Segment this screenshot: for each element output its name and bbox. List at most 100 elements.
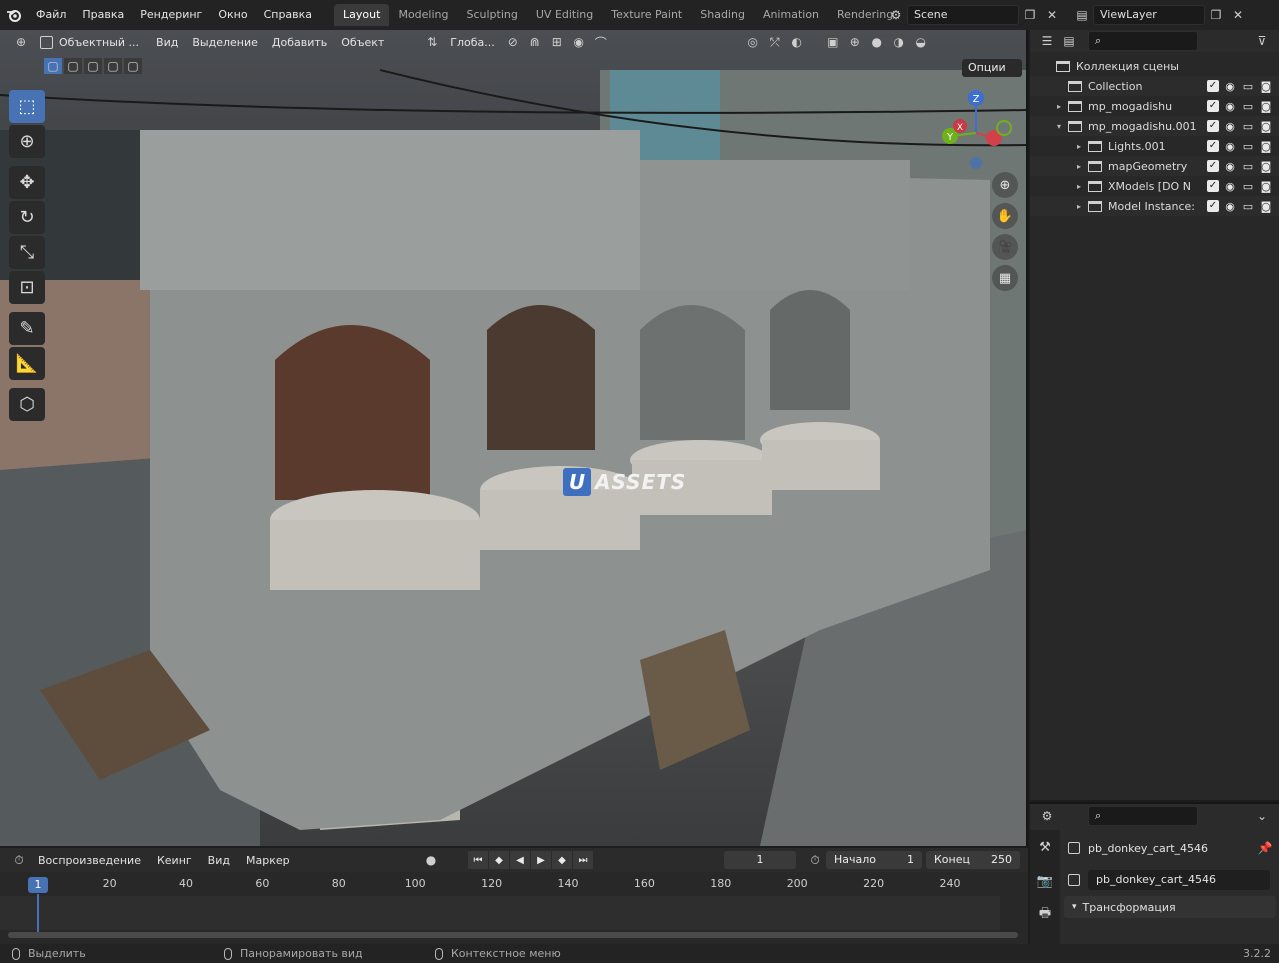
eye-icon[interactable]: ◉ (1223, 180, 1237, 193)
select-intersect-icon[interactable]: ▢ (124, 58, 142, 74)
delete-view-layer-icon[interactable]: ✕ (1227, 5, 1249, 25)
eye-icon[interactable]: ◉ (1223, 200, 1237, 213)
transform-tool-icon[interactable]: ⊡ (9, 271, 45, 304)
menu-file[interactable]: Файл (28, 0, 74, 30)
outliner-row[interactable]: ▸ mp_mogadishu ✓ ◉ ▭ ◙ (1030, 96, 1279, 116)
timeline-track[interactable] (0, 896, 1000, 930)
menu-keying[interactable]: Кеинг (149, 854, 200, 867)
end-frame-field[interactable]: Конец 250 (926, 851, 1020, 869)
blender-logo-icon[interactable] (0, 8, 28, 22)
scene-icon[interactable]: ⚙ (885, 5, 907, 25)
next-keyframe-icon[interactable]: ◆ (552, 851, 572, 869)
expand-arrow-icon[interactable]: ▸ (1074, 142, 1084, 151)
stopwatch-icon[interactable]: ⏱ (804, 850, 826, 870)
monitor-icon[interactable]: ▭ (1241, 160, 1255, 173)
outliner-row[interactable]: ▾ mp_mogadishu.001 ✓ ◉ ▭ ◙ (1030, 116, 1279, 136)
shading-rendered-icon[interactable]: ◒ (910, 32, 932, 52)
tab-layout[interactable]: Layout (334, 4, 390, 26)
perspective-grid-icon[interactable]: ▦ (992, 265, 1018, 291)
shading-wire-icon[interactable]: ⊕ (844, 32, 866, 52)
measure-tool-icon[interactable]: 📐 (9, 347, 45, 380)
object-name-field[interactable]: pb_donkey_cart_4546 (1088, 870, 1270, 890)
outliner-row[interactable]: Collection ✓ ◉ ▭ ◙ (1030, 76, 1279, 96)
timeline-editor-icon[interactable]: ⏱ (8, 850, 30, 870)
proportional-edit-icon[interactable]: ◉ (568, 32, 590, 52)
menu-timeline-view[interactable]: Вид (200, 854, 238, 867)
tab-modeling[interactable]: Modeling (389, 4, 457, 26)
camera-view-icon[interactable]: 🎥 (992, 234, 1018, 260)
select-subtract-icon[interactable]: ▢ (84, 58, 102, 74)
eye-icon[interactable]: ◉ (1223, 80, 1237, 93)
exclude-checkbox-icon[interactable]: ✓ (1207, 79, 1219, 92)
tool-tab-icon[interactable]: ⚒ (1030, 830, 1060, 864)
expand-arrow-icon[interactable]: ▸ (1074, 182, 1084, 191)
camera-icon[interactable]: ◙ (1259, 80, 1273, 93)
record-icon[interactable]: ● (420, 850, 442, 870)
menu-render[interactable]: Рендеринг (132, 0, 210, 30)
tab-animation[interactable]: Animation (754, 4, 828, 26)
menu-select[interactable]: Выделение (185, 36, 265, 49)
monitor-icon[interactable]: ▭ (1241, 140, 1255, 153)
outliner-search[interactable]: ⌕ (1088, 31, 1198, 51)
monitor-icon[interactable]: ▭ (1241, 200, 1255, 213)
transform-panel-header[interactable]: ▾ Трансформация (1064, 896, 1276, 918)
pan-hand-icon[interactable]: ✋ (992, 203, 1018, 229)
camera-icon[interactable]: ◙ (1259, 200, 1273, 213)
monitor-icon[interactable]: ▭ (1241, 80, 1255, 93)
exclude-checkbox-icon[interactable]: ✓ (1207, 99, 1219, 112)
falloff-icon[interactable]: ⌒ (590, 32, 612, 52)
orientation-icon[interactable]: ⇅ (421, 32, 443, 52)
cursor-tool-icon[interactable]: ⊕ (9, 125, 45, 158)
gizmo-toggle-icon[interactable]: ⤱ (764, 32, 786, 52)
outliner-row[interactable]: ▸ XModels [DO N ✓ ◉ ▭ ◙ (1030, 176, 1279, 196)
view-layer-field[interactable]: ViewLayer (1093, 5, 1205, 25)
monitor-icon[interactable]: ▭ (1241, 100, 1255, 113)
object-data-icon[interactable] (1068, 874, 1080, 886)
snap-icon[interactable]: ⋒ (524, 32, 546, 52)
shading-material-icon[interactable]: ◑ (888, 32, 910, 52)
chevron-down-icon[interactable]: ⌄ (1251, 806, 1273, 826)
select-extend-icon[interactable]: ▢ (64, 58, 82, 74)
shading-solid-icon[interactable]: ● (866, 32, 888, 52)
jump-end-icon[interactable]: ⏭ (573, 851, 593, 869)
tab-texture-paint[interactable]: Texture Paint (602, 4, 691, 26)
view-layer-icon[interactable]: ▤ (1071, 5, 1093, 25)
eye-icon[interactable]: ◉ (1223, 160, 1237, 173)
pivot-icon[interactable]: ⊘ (502, 32, 524, 52)
rotate-tool-icon[interactable]: ↻ (9, 201, 45, 234)
select-new-icon[interactable]: ▢ (44, 58, 62, 74)
current-frame-field[interactable]: 1 (724, 851, 796, 869)
expand-arrow-icon[interactable]: ▸ (1054, 102, 1064, 111)
tab-uv-editing[interactable]: UV Editing (527, 4, 602, 26)
exclude-checkbox-icon[interactable]: ✓ (1207, 159, 1219, 172)
camera-icon[interactable]: ◙ (1259, 180, 1273, 193)
outliner-row[interactable]: ▸ mapGeometry ✓ ◉ ▭ ◙ (1030, 156, 1279, 176)
menu-edit[interactable]: Правка (74, 0, 132, 30)
orientation-dropdown[interactable]: Глоба... (443, 36, 501, 49)
frame-ruler[interactable]: 1 20 40 60 80 100 120 140 160 180 200 220 240 (0, 874, 1028, 894)
menu-add[interactable]: Добавить (265, 36, 334, 49)
select-invert-icon[interactable]: ▢ (104, 58, 122, 74)
camera-icon[interactable]: ◙ (1259, 100, 1273, 113)
start-frame-field[interactable]: Начало 1 (826, 851, 922, 869)
editor-type-icon[interactable]: ⊕ (10, 32, 32, 52)
play-icon[interactable]: ▶ (531, 851, 551, 869)
camera-icon[interactable]: ◙ (1259, 160, 1273, 173)
outliner-row[interactable]: ▸ Model Instance: ✓ ◉ ▭ ◙ (1030, 196, 1279, 216)
camera-icon[interactable]: ◙ (1259, 140, 1273, 153)
camera-icon[interactable]: ◙ (1259, 120, 1273, 133)
new-scene-icon[interactable]: ❐ (1019, 5, 1041, 25)
outliner-row[interactable]: ▸ Lights.001 ✓ ◉ ▭ ◙ (1030, 136, 1279, 156)
prev-keyframe-icon[interactable]: ◆ (489, 851, 509, 869)
exclude-checkbox-icon[interactable]: ✓ (1207, 179, 1219, 192)
menu-marker[interactable]: Маркер (238, 854, 298, 867)
add-cube-tool-icon[interactable]: ⬡ (9, 388, 45, 421)
filter-icon[interactable]: ⊽ (1251, 31, 1273, 51)
snap-target-icon[interactable]: ⊞ (546, 32, 568, 52)
menu-window[interactable]: Окно (210, 0, 255, 30)
jump-start-icon[interactable]: ⏮ (468, 851, 488, 869)
new-view-layer-icon[interactable]: ❐ (1205, 5, 1227, 25)
outliner-editor-icon[interactable]: ☰ (1036, 31, 1058, 51)
exclude-checkbox-icon[interactable]: ✓ (1207, 119, 1219, 132)
select-box-tool-icon[interactable]: ⬚ (9, 90, 45, 123)
